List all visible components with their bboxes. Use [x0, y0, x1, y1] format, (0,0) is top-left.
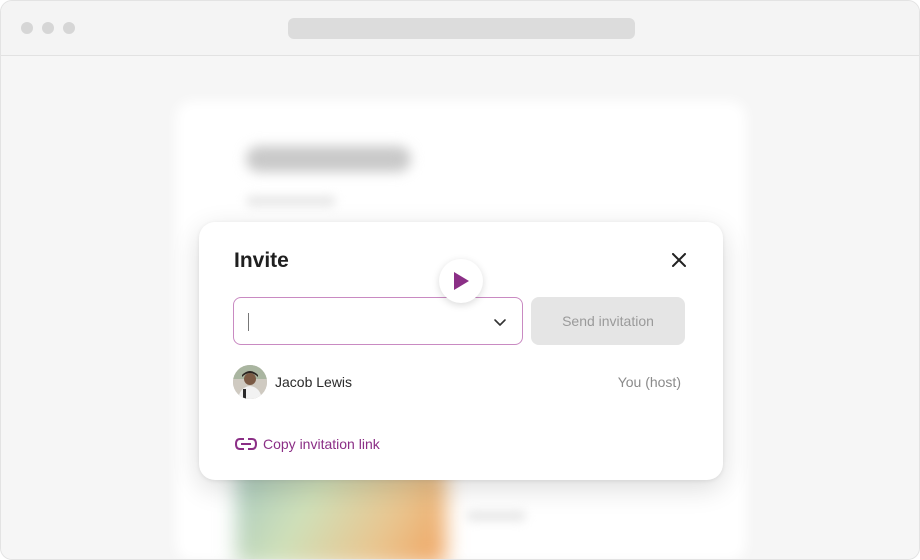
chevron-down-icon[interactable]: [493, 315, 507, 329]
avatar: [233, 365, 267, 399]
browser-window: Invite Send invitation Jacob Lewis You (…: [0, 0, 920, 560]
blurred-background-line: [246, 196, 336, 206]
browser-titlebar: [1, 1, 919, 56]
link-icon: [235, 438, 257, 450]
play-button[interactable]: [439, 259, 483, 303]
avatar-image: [233, 365, 267, 399]
blurred-background-line: [466, 511, 526, 521]
blurred-background-image: [236, 466, 446, 559]
address-bar[interactable]: [288, 18, 635, 39]
window-maximize-dot[interactable]: [63, 22, 75, 34]
page-content: Invite Send invitation Jacob Lewis You (…: [1, 56, 919, 559]
member-role: You (host): [617, 374, 681, 390]
copy-invitation-link[interactable]: Copy invitation link: [235, 436, 380, 452]
invite-modal: Invite Send invitation Jacob Lewis You (…: [199, 222, 723, 480]
member-row: Jacob Lewis You (host): [233, 365, 685, 401]
member-name: Jacob Lewis: [275, 374, 353, 390]
modal-title: Invite: [234, 249, 289, 272]
invite-email-combobox[interactable]: [233, 297, 523, 345]
close-icon: [672, 253, 686, 267]
window-minimize-dot[interactable]: [42, 22, 54, 34]
send-invitation-button[interactable]: Send invitation: [531, 297, 685, 345]
invite-email-input[interactable]: [246, 308, 480, 336]
window-close-dot[interactable]: [21, 22, 33, 34]
close-button[interactable]: [667, 248, 691, 272]
copy-link-label: Copy invitation link: [263, 436, 380, 452]
blurred-background-title: [246, 146, 411, 172]
play-icon: [454, 272, 469, 290]
